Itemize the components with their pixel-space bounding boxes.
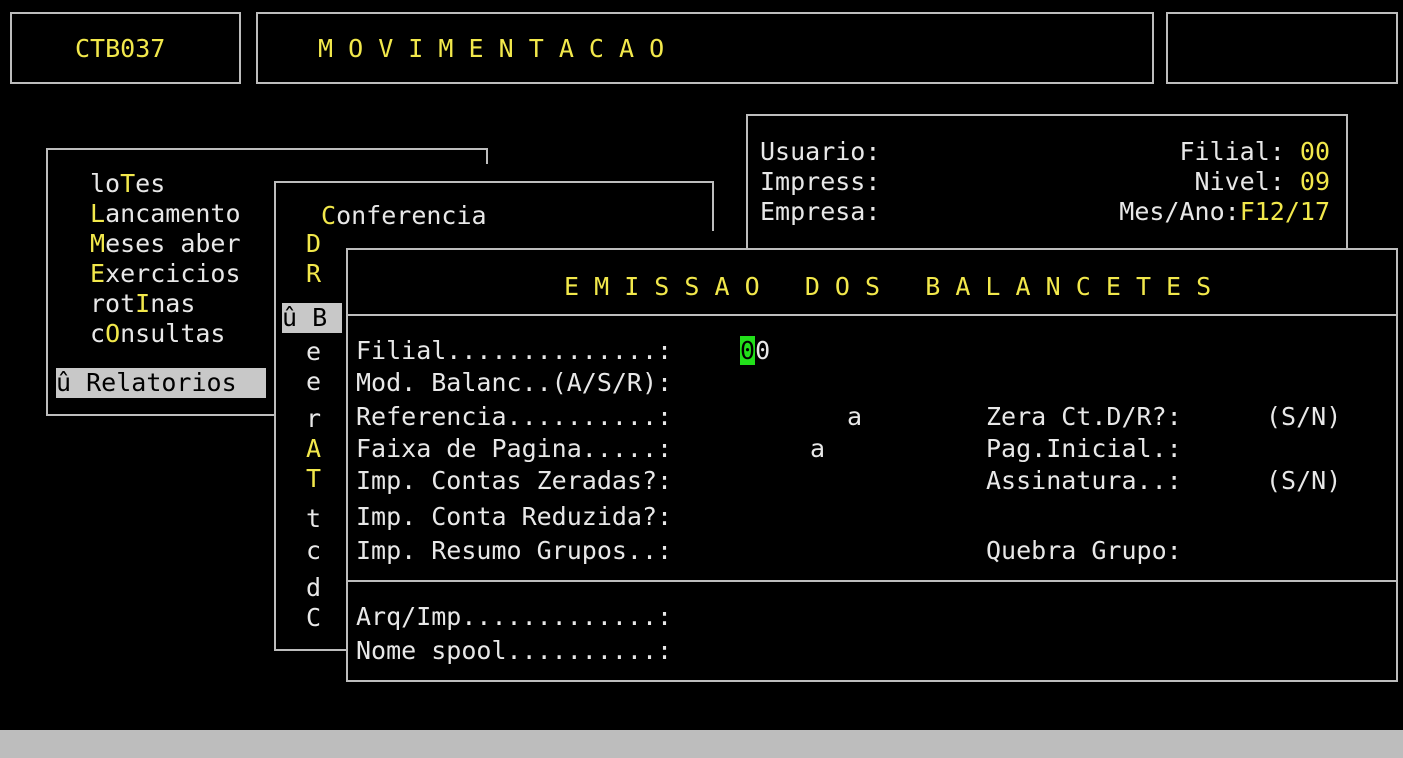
mod-balanc-label: Mod. Balanc..(A/S/R): bbox=[356, 368, 673, 397]
mesano-info: Mes/Ano:F12/17 bbox=[1119, 197, 1330, 226]
submenu-item-e1[interactable]: e bbox=[306, 337, 321, 367]
submenu-item-d2[interactable]: d bbox=[306, 573, 321, 603]
resumo-grupos-label: Imp. Resumo Grupos..: bbox=[356, 536, 673, 565]
referencia-start-input[interactable] bbox=[740, 402, 840, 432]
submenu-item-t[interactable]: T bbox=[306, 464, 321, 494]
filial-label: Filial..............: bbox=[356, 336, 673, 365]
submenu-item-conferencia[interactable]: Conferencia bbox=[321, 201, 487, 231]
impress-label: Impress: bbox=[760, 167, 881, 196]
screen-title: M O V I M E N T A C A O bbox=[318, 34, 665, 63]
zera-ct-label: Zera Ct.D/R?: bbox=[986, 402, 1182, 431]
menu-item-lancamento[interactable]: Lancamento bbox=[90, 199, 241, 229]
filial-info: Filial: 00 bbox=[1179, 137, 1330, 166]
submenu-item-r2[interactable]: r bbox=[306, 404, 321, 434]
faixa-pagina-range-separator: a bbox=[810, 434, 826, 463]
submenu-item-c[interactable]: c bbox=[306, 536, 321, 566]
filial-input[interactable]: 00 bbox=[740, 336, 770, 366]
contas-zeradas-label: Imp. Contas Zeradas?: bbox=[356, 466, 673, 495]
menu-item-relatorios[interactable]: û Relatorios bbox=[56, 368, 266, 398]
referencia-range-separator: a bbox=[847, 402, 863, 431]
assinatura-input[interactable] bbox=[1236, 466, 1256, 496]
empresa-label: Empresa: bbox=[760, 197, 881, 226]
submenu-item-e2[interactable]: e bbox=[306, 367, 321, 397]
arq-imp-label: Arq/Imp.............: bbox=[356, 602, 673, 631]
zera-ct-input[interactable] bbox=[1236, 402, 1256, 432]
text-cursor: 0 bbox=[740, 336, 756, 365]
zera-ct-hint: (S/N) bbox=[1266, 402, 1342, 431]
faixa-pagina-start-input[interactable] bbox=[740, 434, 800, 464]
filial-info-value: 00 bbox=[1299, 137, 1330, 166]
conta-reduzida-label: Imp. Conta Reduzida?: bbox=[356, 502, 673, 531]
nome-spool-label: Nome spool..........: bbox=[356, 636, 673, 665]
submenu-item-a[interactable]: A bbox=[306, 434, 321, 464]
assinatura-label: Assinatura..: bbox=[986, 466, 1182, 495]
submenu-item-d[interactable]: D bbox=[306, 229, 321, 259]
nivel-info: Nivel: 09 bbox=[1194, 167, 1330, 196]
arq-imp-input[interactable] bbox=[740, 602, 940, 632]
session-info-panel: Usuario: Impress: Empresa: Filial: 00 Ni… bbox=[746, 114, 1348, 254]
program-code: CTB037 bbox=[75, 34, 166, 63]
status-bar bbox=[0, 730, 1403, 758]
pag-inicial-label: Pag.Inicial.: bbox=[986, 434, 1182, 463]
conta-reduzida-input[interactable] bbox=[740, 502, 760, 532]
nivel-info-value: 09 bbox=[1299, 167, 1330, 196]
program-code-box: CTB037 bbox=[10, 12, 241, 84]
mesano-info-value: F12/17 bbox=[1239, 197, 1330, 226]
assinatura-hint: (S/N) bbox=[1266, 466, 1342, 495]
quebra-grupo-label: Quebra Grupo: bbox=[986, 536, 1182, 565]
referencia-end-input[interactable] bbox=[870, 402, 970, 432]
usuario-label: Usuario: bbox=[760, 137, 881, 166]
faixa-pagina-end-input[interactable] bbox=[830, 434, 910, 464]
menu-item-rotinas[interactable]: rotInas bbox=[90, 289, 195, 319]
submenu-item-t2[interactable]: t bbox=[306, 504, 321, 534]
mod-balanc-input[interactable] bbox=[740, 368, 760, 398]
menu-item-meses-abertos[interactable]: Meses aber bbox=[90, 229, 241, 259]
contas-zeradas-input[interactable] bbox=[740, 466, 760, 496]
menu-item-exercicios[interactable]: Exercicios bbox=[90, 259, 241, 289]
nome-spool-input[interactable] bbox=[740, 636, 940, 666]
submenu-item-r[interactable]: R bbox=[306, 259, 321, 289]
submenu-item-c2[interactable]: C bbox=[306, 603, 321, 633]
referencia-label: Referencia..........: bbox=[356, 402, 673, 431]
resumo-grupos-input[interactable] bbox=[740, 536, 760, 566]
submenu-item-balancetes[interactable]: û B bbox=[282, 303, 342, 333]
menu-item-lotes[interactable]: loTes bbox=[90, 169, 165, 199]
dialog-title: E M I S S A O D O S B A L A N C E T E S bbox=[564, 272, 1212, 301]
screen-title-box: M O V I M E N T A C A O bbox=[256, 12, 1154, 84]
quebra-grupo-input[interactable] bbox=[1236, 536, 1256, 566]
pag-inicial-input[interactable] bbox=[1236, 434, 1316, 464]
menu-item-consultas[interactable]: cOnsultas bbox=[90, 319, 225, 349]
header-right-box bbox=[1166, 12, 1398, 84]
faixa-pagina-label: Faixa de Pagina.....: bbox=[356, 434, 673, 463]
selection-marker: û bbox=[56, 368, 72, 397]
